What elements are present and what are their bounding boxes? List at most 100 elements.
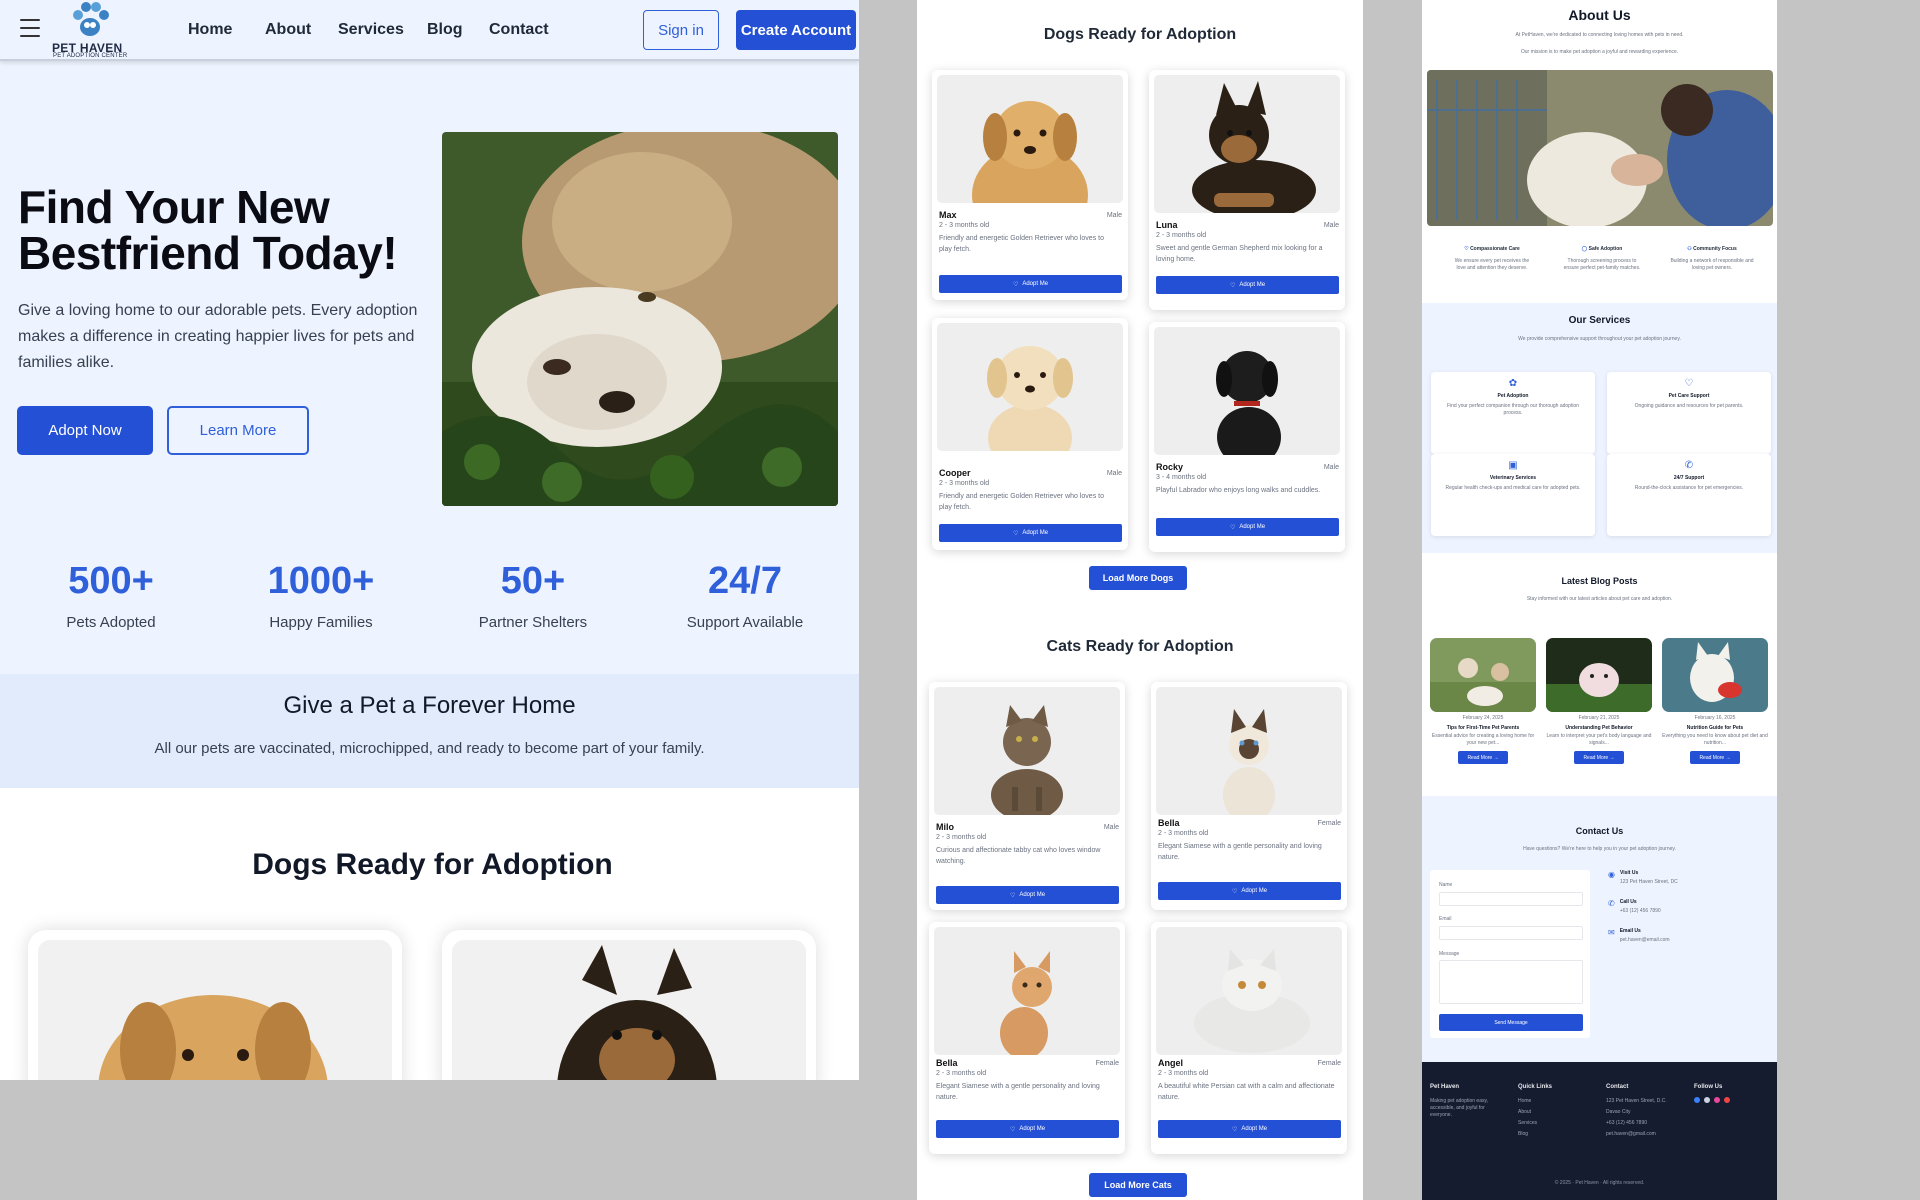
footer-link-blog[interactable]: Blog xyxy=(1518,1131,1552,1137)
learn-more-button[interactable]: Learn More xyxy=(167,406,309,455)
dog-card-rocky[interactable]: Rocky Male 3 - 4 months old Playful Labr… xyxy=(1149,322,1345,552)
adopt-me-button[interactable]: ♡ Adopt Me xyxy=(939,275,1122,293)
about-title: About Us xyxy=(1568,7,1631,23)
cat-card-bella[interactable]: Bella Female 2 - 3 months old Elegant Si… xyxy=(1151,682,1347,910)
dog-card-max[interactable] xyxy=(28,930,402,1080)
services-title: Our Services xyxy=(1568,315,1631,326)
pet-description: Playful Labrador who enjoys long walks a… xyxy=(1156,487,1321,494)
menu-icon[interactable] xyxy=(20,19,40,37)
value-community-focus: ⚇ Community Focus Building a network of … xyxy=(1670,246,1754,271)
send-message-button[interactable]: Send Message xyxy=(1439,1014,1583,1031)
pet-age: 2 - 3 months old xyxy=(936,834,987,841)
about-image xyxy=(1427,70,1773,226)
about-text-1: At PetHaven, we're dedicated to connecti… xyxy=(1515,32,1684,38)
read-more-button[interactable]: Read More → xyxy=(1690,751,1740,764)
pet-description: A beautiful white Persian cat with a cal… xyxy=(1158,1083,1335,1101)
hero-title: Find Your New Bestfriend Today! xyxy=(18,181,398,279)
dog-card-luna[interactable]: Luna Male 2 - 3 months old Sweet and gen… xyxy=(1149,70,1345,310)
nav-about[interactable]: About xyxy=(265,21,311,39)
adopt-me-button[interactable]: ♡ Adopt Me xyxy=(1156,518,1339,536)
service-pet-adoption: ✿ Pet Adoption Find your perfect compani… xyxy=(1431,372,1595,454)
adopt-me-button[interactable]: ♡ Adopt Me xyxy=(936,886,1119,904)
pet-gender: Female xyxy=(1317,1060,1341,1067)
pet-age: 2 - 3 months old xyxy=(1158,830,1209,837)
name-field[interactable] xyxy=(1439,892,1583,906)
dog-card-luna[interactable] xyxy=(442,930,816,1080)
footer-quick-links: Quick Links Home About Services Blog xyxy=(1518,1084,1553,1137)
footer-follow: Follow Us xyxy=(1694,1084,1730,1103)
adopt-me-button[interactable]: ♡ Adopt Me xyxy=(1156,276,1339,294)
nav-home[interactable]: Home xyxy=(188,21,232,39)
service-pet-care-support: ♡ Pet Care Support Ongoing guidance and … xyxy=(1607,372,1771,454)
about-text-2: Our mission is to make pet adoption a jo… xyxy=(1520,49,1679,55)
pet-age: 3 - 4 months old xyxy=(1156,474,1207,481)
heart-icon: ♡ xyxy=(1009,892,1016,899)
pet-age: 2 - 3 months old xyxy=(1156,232,1207,239)
cat-card-angel[interactable]: Angel Female 2 - 3 months old A beautifu… xyxy=(1151,922,1347,1154)
band-title: Give a Pet a Forever Home xyxy=(283,692,576,719)
nav-blog[interactable]: Blog xyxy=(427,21,463,39)
adopt-me-button[interactable]: ♡ Adopt Me xyxy=(939,524,1122,542)
band-subtitle: All our pets are vaccinated, microchippe… xyxy=(154,740,705,757)
stat-happy-families: 1000+ Happy Families xyxy=(267,560,375,631)
load-more-cats-button[interactable]: Load More Cats xyxy=(1089,1173,1187,1197)
heart-icon: ♡ xyxy=(1012,281,1019,288)
value-safe-adoption: ◯ Safe Adoption Thorough screening proce… xyxy=(1563,246,1641,271)
adopt-me-button[interactable]: ♡ Adopt Me xyxy=(1158,882,1341,900)
heart-icon: ♡ xyxy=(1464,246,1469,252)
pet-gender: Female xyxy=(1095,1060,1119,1067)
email-field[interactable] xyxy=(1439,926,1583,940)
pet-age: 2 - 3 months old xyxy=(1158,1070,1209,1077)
location-icon: ◉ xyxy=(1608,870,1615,879)
paw-icon: ✿ xyxy=(1508,378,1518,389)
blog-post-3: February 16, 2025 Nutrition Guide for Pe… xyxy=(1662,638,1768,764)
load-more-dogs-button[interactable]: Load More Dogs xyxy=(1089,566,1187,590)
adopt-me-button[interactable]: ♡ Adopt Me xyxy=(1158,1120,1341,1138)
footer-contact: Contact 123 Pet Haven Street, D.C. Davao… xyxy=(1606,1084,1667,1137)
adopt-now-button[interactable]: Adopt Now xyxy=(17,406,153,455)
pet-gender: Male xyxy=(1323,222,1339,229)
read-more-button[interactable]: Read More → xyxy=(1458,751,1508,764)
pets-listing-panel: Dogs Ready for Adoption Max Male 2 - 3 m… xyxy=(917,0,1363,1200)
pet-description: Curious and affectionate tabby cat who l… xyxy=(936,847,1101,865)
pet-name: Bella xyxy=(936,1058,958,1068)
nav-contact[interactable]: Contact xyxy=(489,21,549,39)
create-account-button[interactable]: Create Account xyxy=(736,10,856,50)
footer-link-home[interactable]: Home xyxy=(1518,1098,1552,1104)
footer-link-about[interactable]: About xyxy=(1518,1109,1552,1115)
heart-icon: ♡ xyxy=(1012,530,1019,537)
sign-in-button[interactable]: Sign in xyxy=(643,10,719,50)
pet-gender: Male xyxy=(1323,464,1339,471)
main-page-panel: PET HAVEN PET ADOPTION CENTER Home About… xyxy=(0,0,859,1080)
phone-icon: ✆ xyxy=(1684,460,1694,471)
instagram-icon[interactable] xyxy=(1714,1097,1720,1103)
pet-description: Friendly and energetic Golden Retriever … xyxy=(939,493,1104,511)
footer-link-services[interactable]: Services xyxy=(1518,1120,1552,1126)
adopt-me-button[interactable]: ♡ Adopt Me xyxy=(936,1120,1119,1138)
pet-name: Luna xyxy=(1156,220,1178,230)
message-field[interactable] xyxy=(1439,960,1583,1004)
pet-name: Rocky xyxy=(1156,462,1184,472)
cat-card-milo[interactable]: Milo Male 2 - 3 months old Curious and a… xyxy=(929,682,1125,910)
cat-card-bella-2[interactable]: Bella Female 2 - 3 months old Elegant Si… xyxy=(929,922,1125,1154)
facebook-icon[interactable] xyxy=(1694,1097,1700,1103)
heart-icon: ♡ xyxy=(1684,378,1694,389)
pet-description: Elegant Siamese with a gentle personalit… xyxy=(936,1083,1100,1101)
pet-gender: Female xyxy=(1317,820,1341,827)
cats-title: Cats Ready for Adoption xyxy=(1046,638,1234,655)
heart-icon: ♡ xyxy=(1229,524,1236,531)
heart-icon: ♡ xyxy=(1231,1126,1238,1133)
dogs-section-title: Dogs Ready for Adoption xyxy=(252,848,613,881)
youtube-icon[interactable] xyxy=(1724,1097,1730,1103)
copyright: © 2025 · Pet Haven · All rights reserved… xyxy=(1554,1180,1645,1186)
paw-logo-icon[interactable] xyxy=(68,1,112,39)
pet-description: Elegant Siamese with a gentle personalit… xyxy=(1158,843,1322,861)
heart-icon: ♡ xyxy=(1229,282,1236,289)
read-more-button[interactable]: Read More → xyxy=(1574,751,1624,764)
dog-card-cooper[interactable]: Cooper Male 2 - 3 months old Friendly an… xyxy=(932,318,1128,550)
x-icon[interactable] xyxy=(1704,1097,1710,1103)
contact-form: Name Email Message Send Message xyxy=(1430,870,1590,1038)
nav-services[interactable]: Services xyxy=(338,21,404,39)
dog-card-max[interactable]: Max Male 2 - 3 months old Friendly and e… xyxy=(932,70,1128,300)
info-panel: About Us At PetHaven, we're dedicated to… xyxy=(1422,0,1777,1200)
